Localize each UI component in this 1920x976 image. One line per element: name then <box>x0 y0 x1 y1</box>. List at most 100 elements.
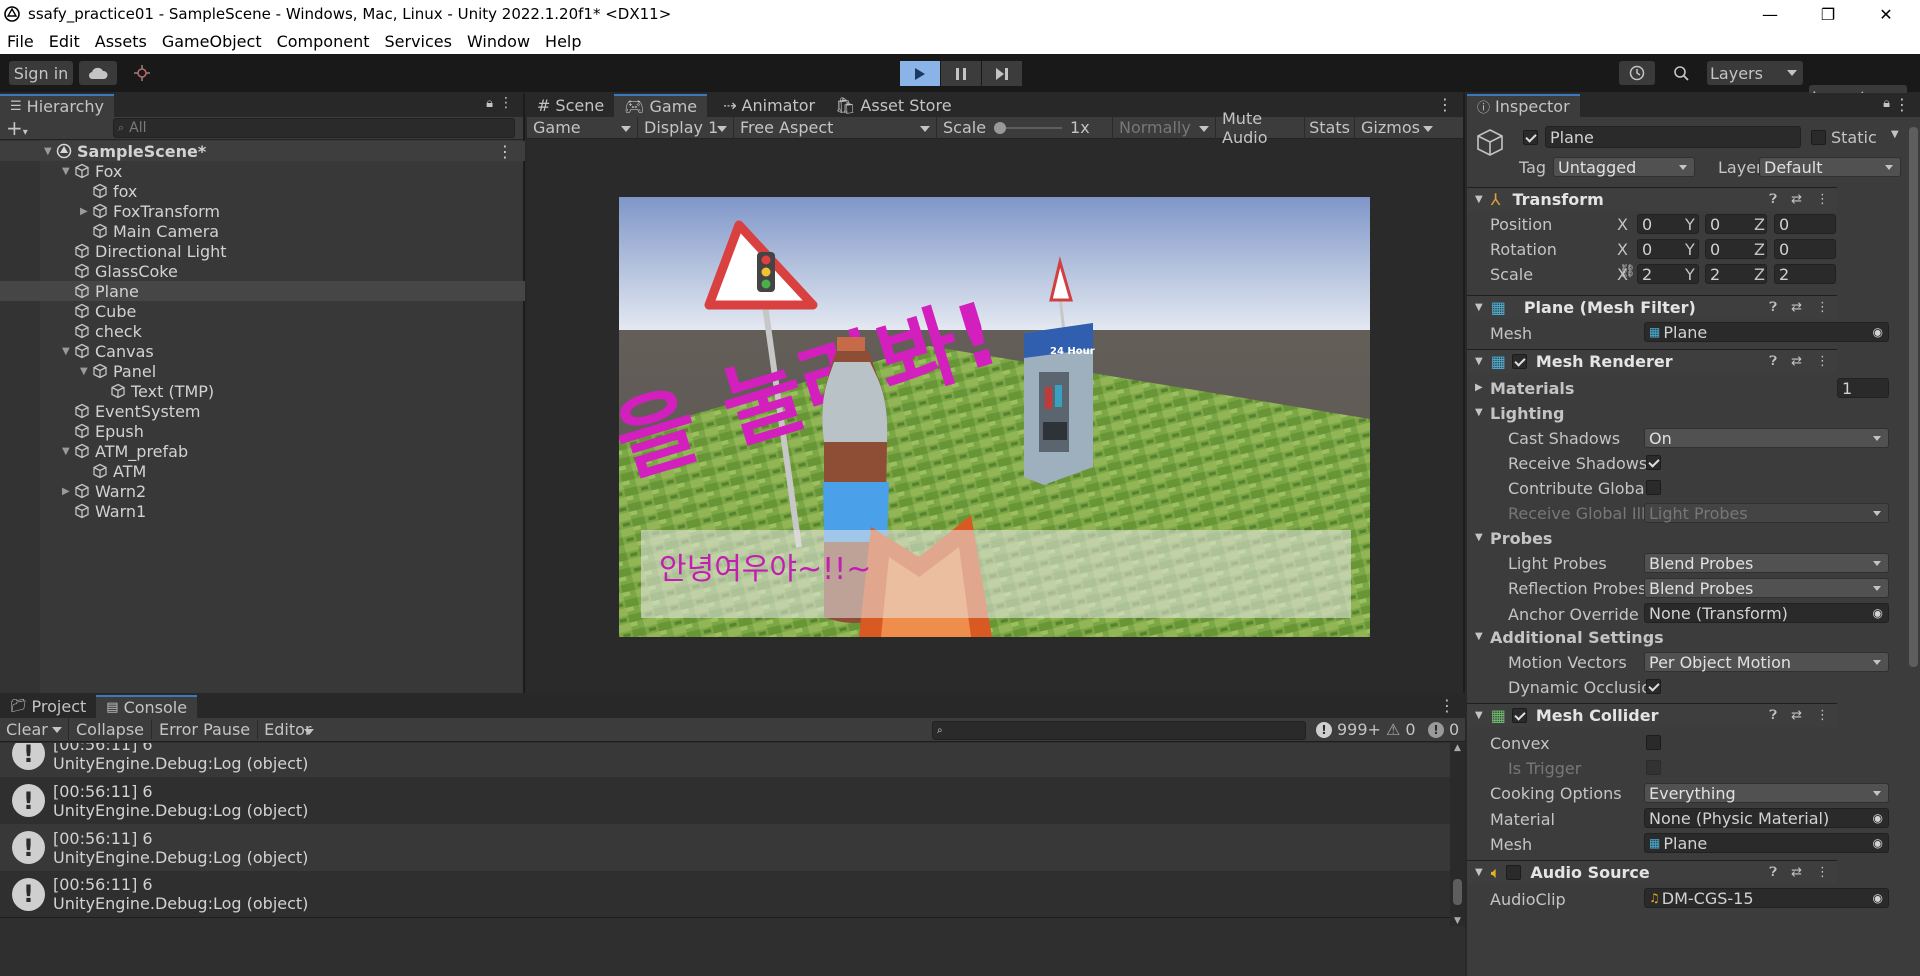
component-menu-icon[interactable]: ⋮ <box>1816 354 1829 369</box>
help-icon[interactable]: ❓︎ <box>1769 865 1777 880</box>
motion-vectors-dropdown[interactable]: Per Object Motion <box>1644 652 1889 672</box>
hierarchy-item[interactable]: Text (TMP) <box>0 381 525 401</box>
hierarchy-item[interactable]: ▼ Panel <box>0 361 525 381</box>
game-mode-dropdown[interactable]: Game <box>527 116 638 139</box>
mesh-collider-header[interactable]: ▼ ▦ Mesh Collider ❓︎ ⇄ ⋮ <box>1467 703 1837 727</box>
tab-project[interactable]: 📁︎ Project <box>0 695 96 718</box>
game-viewport[interactable]: 24 Hour 을 눌러봐! 안녕여우야~!!~ <box>619 197 1370 637</box>
game-more-icon[interactable]: ⋮ <box>1437 95 1453 114</box>
hierarchy-item[interactable]: ▼ ATM_prefab <box>0 441 525 461</box>
editor-dropdown[interactable]: Editor <box>258 720 320 739</box>
collab-button[interactable] <box>124 61 160 85</box>
component-menu-icon[interactable]: ⋮ <box>1816 300 1829 315</box>
log-entry[interactable]: ! [00:56:11] 6 UnityEngine.Debug:Log (obj… <box>0 777 1450 824</box>
error-pause-button[interactable]: Error Pause <box>152 720 259 739</box>
search-toolbar-button[interactable] <box>1663 61 1699 85</box>
foldout-arrow-icon[interactable]: ▼ <box>1475 532 1483 543</box>
collapse-arrow-icon[interactable]: ▼ <box>1475 302 1483 313</box>
mesh-renderer-header[interactable]: ▼ ▦ Mesh Renderer ❓︎ ⇄ ⋮ <box>1467 349 1837 373</box>
restore-button[interactable]: ❐ <box>1799 0 1857 28</box>
transform-pos-z-input[interactable]: 0 <box>1774 214 1836 234</box>
hierarchy-item[interactable]: Plane <box>0 281 525 301</box>
help-icon[interactable]: ❓︎ <box>1769 354 1777 369</box>
preset-icon[interactable]: ⇄ <box>1791 192 1802 207</box>
static-dropdown-arrow[interactable]: ▼ <box>1891 129 1899 140</box>
cooking-options-dropdown[interactable]: Everything <box>1644 783 1889 803</box>
hierarchy-item[interactable]: ATM <box>0 461 525 481</box>
tab-game[interactable]: 🎮︎ Game <box>614 94 708 117</box>
lock-icon[interactable]: 🔒︎ <box>486 96 493 111</box>
receive-shadows-checkbox[interactable] <box>1646 455 1661 470</box>
cast-shadows-dropdown[interactable]: On <box>1644 428 1889 448</box>
convex-checkbox[interactable] <box>1646 735 1661 750</box>
tab-asset-store[interactable]: 🛍︎ Asset Store <box>825 94 961 117</box>
transform-rot-z-input[interactable]: 0 <box>1774 239 1836 259</box>
inspector-scrollbar[interactable] <box>1907 117 1920 976</box>
console-more-icon[interactable]: ⋮ <box>1439 696 1455 715</box>
preset-icon[interactable]: ⇄ <box>1791 300 1802 315</box>
object-picker-icon[interactable]: ◉ <box>1873 811 1883 825</box>
object-picker-icon[interactable]: ◉ <box>1873 836 1883 850</box>
mesh-field[interactable]: ▦ Plane ◉ <box>1644 322 1889 342</box>
mesh-filter-header[interactable]: ▼ ▦ Plane (Mesh Filter) ❓︎ ⇄ ⋮ <box>1467 295 1837 319</box>
help-icon[interactable]: ❓︎ <box>1769 300 1777 315</box>
menu-services[interactable]: Services <box>378 32 457 51</box>
log-count-toggle[interactable]: ! 999+ <box>1316 720 1381 739</box>
tab-scene[interactable]: # Scene <box>527 94 614 117</box>
tag-dropdown[interactable]: Untagged <box>1553 157 1695 177</box>
hierarchy-item[interactable]: EventSystem <box>0 401 525 421</box>
preset-icon[interactable]: ⇄ <box>1791 708 1802 723</box>
error-count-toggle[interactable]: ! 0 <box>1428 720 1459 739</box>
aspect-dropdown[interactable]: Free Aspect <box>734 116 937 139</box>
normally-dropdown[interactable]: Normally <box>1113 116 1216 139</box>
anchor-override-field[interactable]: None (Transform) ◉ <box>1644 603 1889 623</box>
hierarchy-item[interactable]: ▶ FoxTransform <box>0 201 525 221</box>
scale-slider[interactable] <box>994 121 1063 134</box>
preset-icon[interactable]: ⇄ <box>1791 354 1802 369</box>
audio-source-header[interactable]: ▼ 🔈︎ Audio Source ❓︎ ⇄ ⋮ <box>1467 860 1837 884</box>
tab-hierarchy[interactable]: ☰ Hierarchy <box>0 94 114 117</box>
scrollbar-thumb[interactable] <box>1909 127 1918 667</box>
scene-row[interactable]: ▼ SampleScene* ⋮ <box>0 141 525 161</box>
inspector-more-icon[interactable]: ⋮ <box>1894 95 1910 114</box>
console-search-input[interactable]: ⌕ <box>932 721 1306 740</box>
object-picker-icon[interactable]: ◉ <box>1873 891 1883 905</box>
light-probes-dropdown[interactable]: Blend Probes <box>1644 553 1889 573</box>
more-menu-icon[interactable]: ⋮ <box>499 95 513 111</box>
history-button[interactable] <box>1619 61 1655 85</box>
collapse-arrow-icon[interactable]: ▼ <box>1475 356 1483 367</box>
hierarchy-item[interactable]: Epush <box>0 421 525 441</box>
expand-arrow-icon[interactable]: ▼ <box>62 446 74 457</box>
hierarchy-item[interactable]: check <box>0 321 525 341</box>
transform-scl-z-input[interactable]: 2 <box>1774 264 1836 284</box>
static-checkbox[interactable] <box>1811 130 1826 145</box>
scrollbar-thumb[interactable] <box>1453 879 1462 905</box>
mesh-renderer-enabled-checkbox[interactable] <box>1511 354 1527 369</box>
expand-arrow-icon[interactable]: ▼ <box>62 166 74 177</box>
log-entry[interactable]: ! [00:56:11] 6 UnityEngine.Debug:Log (obj… <box>0 824 1450 871</box>
hierarchy-item[interactable]: Cube <box>0 301 525 321</box>
step-button[interactable] <box>982 61 1022 86</box>
cloud-button[interactable] <box>79 61 117 85</box>
expand-arrow-icon[interactable]: ▼ <box>44 146 56 157</box>
transform-header[interactable]: ▼ ⅄ Transform ❓︎ ⇄ ⋮ <box>1467 187 1837 211</box>
collapse-button[interactable]: Collapse <box>69 720 152 739</box>
hierarchy-item[interactable]: fox <box>0 181 525 201</box>
expand-arrow-icon[interactable]: ▼ <box>62 346 74 357</box>
stats-button[interactable]: Stats <box>1305 116 1355 139</box>
collapse-arrow-icon[interactable]: ▼ <box>1475 194 1483 205</box>
menu-edit[interactable]: Edit <box>43 32 86 51</box>
reflection-probes-dropdown[interactable]: Blend Probes <box>1644 578 1889 598</box>
hierarchy-search-input[interactable]: ⌕ All <box>113 118 515 138</box>
lock-icon[interactable]: 🔒︎ <box>1883 96 1890 111</box>
sign-in-button[interactable]: Sign in <box>9 61 73 85</box>
collapse-arrow-icon[interactable]: ▼ <box>1475 867 1483 878</box>
hierarchy-item[interactable]: ▼ Canvas <box>0 341 525 361</box>
scrollbar-down-arrow[interactable]: ▼ <box>1450 916 1465 926</box>
dynamic-occlusion-checkbox[interactable] <box>1646 679 1661 694</box>
collider-mesh-field[interactable]: ▦ Plane ◉ <box>1644 833 1889 853</box>
tab-console[interactable]: ▤ Console <box>96 695 198 718</box>
help-icon[interactable]: ❓︎ <box>1769 708 1777 723</box>
menu-component[interactable]: Component <box>271 32 376 51</box>
scale-slider-thumb[interactable] <box>994 121 1007 134</box>
